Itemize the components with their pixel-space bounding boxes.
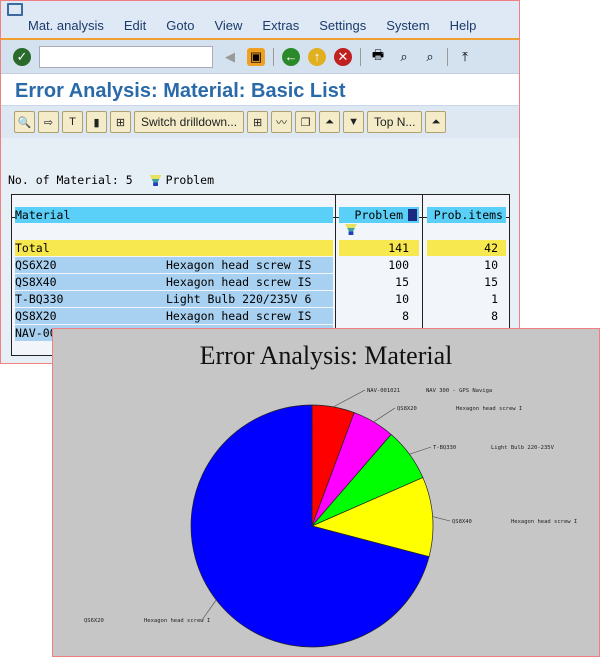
menu-mat-analysis[interactable]: Mat. analysis — [28, 18, 104, 33]
find-icon[interactable]: ⌕ — [395, 48, 413, 66]
top-n-button[interactable]: Top N... — [367, 111, 423, 133]
menu-view[interactable]: View — [214, 18, 242, 33]
slice-desc: Hexagon head screw I — [456, 406, 522, 412]
material-count: No. of Material: 5 — [8, 173, 133, 187]
total-problem: 141 — [339, 240, 419, 256]
cancel-icon[interactable]: ✕ — [334, 47, 352, 66]
filter-icon — [345, 224, 357, 235]
header-problem[interactable]: Problem — [339, 207, 419, 223]
problem-value: 10 — [395, 292, 409, 306]
material-id: QS6X20 — [15, 258, 57, 272]
filter-label: Problem — [165, 173, 215, 187]
hide-icon[interactable]: T — [62, 111, 83, 133]
back-arrow-icon[interactable]: ◀ — [221, 48, 239, 66]
leader-line — [373, 407, 396, 423]
slice-label: QS6X20 — [84, 618, 104, 624]
exit-icon[interactable]: ↑ — [308, 47, 326, 66]
menu-bar: Mat. analysis Edit Goto View Extras Sett… — [1, 1, 519, 40]
slice-label: T-BQ330 — [433, 445, 456, 451]
separator — [447, 47, 448, 66]
slice-label: QS8X20 — [397, 406, 417, 412]
info-line: No. of Material: 5 Problem — [8, 173, 214, 187]
total-label: Total — [15, 240, 333, 256]
trend-icon[interactable]: 〰 — [271, 111, 293, 133]
leader-line — [201, 599, 217, 621]
problem-value: 15 — [395, 275, 409, 289]
table-row[interactable]: QS8X20 Hexagon head screw IS — [15, 308, 333, 324]
menu-help[interactable]: Help — [450, 18, 477, 33]
prob-items-value: 8 — [491, 309, 498, 323]
table-row[interactable]: QS8X40 Hexagon head screw IS — [15, 274, 333, 290]
slice-label: NAV-001021 — [367, 388, 400, 394]
header-material[interactable]: Material — [15, 207, 333, 223]
problem-value: 100 — [388, 258, 409, 272]
copy-icon[interactable]: ❐ — [295, 111, 317, 133]
sap-menu-icon[interactable] — [7, 3, 23, 16]
page-title: Error Analysis: Material: Basic List — [1, 74, 519, 106]
back-icon[interactable]: ← — [282, 47, 300, 66]
table-row[interactable]: QS6X20 Hexagon head screw IS — [15, 257, 333, 273]
menu-goto[interactable]: Goto — [166, 18, 194, 33]
prob-items-value: 1 — [491, 292, 498, 306]
sort-icon[interactable]: ⏶ — [319, 111, 341, 133]
details-icon[interactable]: 🔍 — [14, 111, 35, 133]
material-id: QS8X40 — [15, 275, 57, 289]
hierarchy-icon[interactable]: ⊞ — [110, 111, 131, 133]
material-desc: Light Bulb 220/235V 6 — [166, 292, 312, 306]
total-prob-items: 42 — [427, 240, 506, 256]
slice-desc: Light Bulb 220-235V — [491, 445, 555, 451]
enter-icon[interactable]: ✓ — [13, 47, 31, 66]
pie-chart: NAV-001021 NAV 300 - GPS Naviga QS8X20 Hexa… — [84, 388, 577, 648]
header-prob-items[interactable]: Prob.items — [427, 207, 506, 223]
menu-settings[interactable]: Settings — [319, 18, 366, 33]
material-id: QS8X20 — [15, 309, 57, 323]
first-page-icon[interactable]: ⤒ — [456, 48, 474, 66]
material-desc: Hexagon head screw IS — [166, 309, 312, 323]
find-next-icon[interactable]: ⌕ — [421, 48, 439, 66]
material-desc: Hexagon head screw IS — [166, 258, 312, 272]
separator — [360, 47, 361, 66]
prob-items-value: 10 — [484, 258, 498, 272]
menu-edit[interactable]: Edit — [124, 18, 146, 33]
menu-system[interactable]: System — [386, 18, 429, 33]
hierarchy2-icon[interactable]: ⊞ — [247, 111, 269, 133]
print-icon[interactable]: 🖶 — [369, 47, 387, 66]
save-icon[interactable]: ▣ — [247, 47, 265, 66]
chart-window: Error Analysis: Material NAV-001021 NAV 3… — [52, 328, 600, 657]
menu-extras[interactable]: Extras — [262, 18, 299, 33]
leader-line — [432, 516, 451, 522]
material-id: T-BQ330 — [15, 292, 64, 306]
material-desc: Hexagon head screw IS — [166, 275, 312, 289]
column-marker — [408, 209, 417, 221]
slice-desc: NAV 300 - GPS Naviga — [426, 388, 492, 394]
leader-line — [333, 389, 366, 408]
slice-desc: Hexagon head screw I — [144, 618, 210, 624]
switch-drilldown-button[interactable]: Switch drilldown... — [134, 111, 245, 133]
application-toolbar: 🔍 ⇨ T ▮ ⊞ Switch drilldown... ⊞ 〰 ❐ ⏶ ▼ … — [1, 106, 519, 138]
prob-items-value: 15 — [484, 275, 498, 289]
sap-window: Mat. analysis Edit Goto View Extras Sett… — [0, 0, 520, 364]
system-toolbar: ✓ ◀ ▣ ← ↑ ✕ 🖶 ⌕ ⌕ ⤒ — [1, 40, 519, 74]
export-icon[interactable]: ⇨ — [38, 111, 59, 133]
filter-icon — [149, 175, 162, 186]
filter-icon[interactable]: ▼ — [343, 111, 365, 133]
slice-desc: Hexagon head screw I — [511, 519, 577, 525]
leader-line — [409, 446, 432, 455]
command-field[interactable] — [39, 45, 213, 68]
table-row[interactable]: T-BQ330 Light Bulb 220/235V 6 — [15, 291, 333, 307]
sort-descending-icon[interactable]: ⏶ — [425, 111, 447, 133]
separator — [273, 47, 274, 66]
graphics-icon[interactable]: ▮ — [86, 111, 107, 133]
problem-value: 8 — [402, 309, 409, 323]
slice-label: QS8X40 — [452, 519, 472, 525]
